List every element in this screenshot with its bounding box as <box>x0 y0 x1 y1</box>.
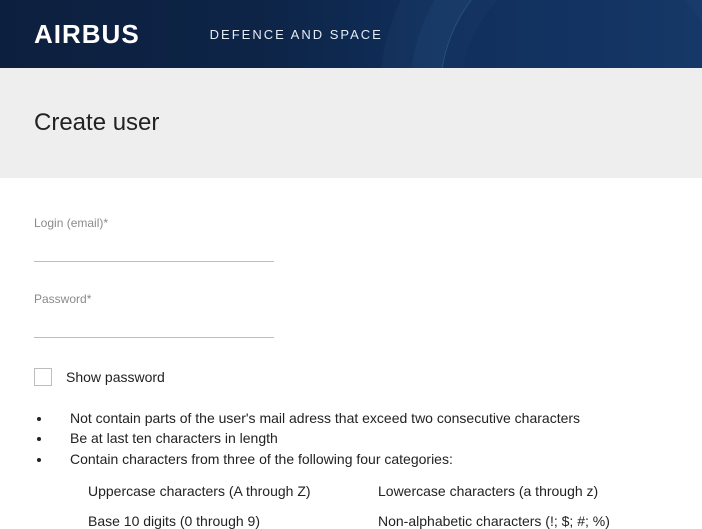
password-categories: Uppercase characters (A through Z) Lower… <box>34 483 668 529</box>
category-digits: Base 10 digits (0 through 9) <box>88 513 378 529</box>
show-password-checkbox[interactable] <box>34 368 52 386</box>
page-title: Create user <box>34 109 159 137</box>
rule-item: Not contain parts of the user's mail adr… <box>52 408 668 428</box>
password-input[interactable] <box>34 312 274 338</box>
brand-subtitle: DEFENCE AND SPACE <box>210 27 383 42</box>
show-password-label: Show password <box>66 369 165 385</box>
password-rules-list: Not contain parts of the user's mail adr… <box>34 408 668 469</box>
category-uppercase: Uppercase characters (A through Z) <box>88 483 378 499</box>
login-label: Login (email)* <box>34 216 274 230</box>
password-label: Password* <box>34 292 274 306</box>
brand-logo: AIRBUS <box>34 19 140 50</box>
category-nonalpha: Non-alphabetic characters (!; $; #; %) <box>378 513 668 529</box>
rule-item: Be at last ten characters in length <box>52 428 668 448</box>
rule-item: Contain characters from three of the fol… <box>52 449 668 469</box>
login-field-wrapper: Login (email)* <box>34 216 274 262</box>
category-lowercase: Lowercase characters (a through z) <box>378 483 668 499</box>
password-field-wrapper: Password* <box>34 292 274 338</box>
title-band: Create user <box>0 68 702 178</box>
show-password-row: Show password <box>34 368 668 386</box>
login-input[interactable] <box>34 236 274 262</box>
create-user-form: Login (email)* Password* Show password N… <box>0 178 702 529</box>
app-header: AIRBUS DEFENCE AND SPACE <box>0 0 702 68</box>
